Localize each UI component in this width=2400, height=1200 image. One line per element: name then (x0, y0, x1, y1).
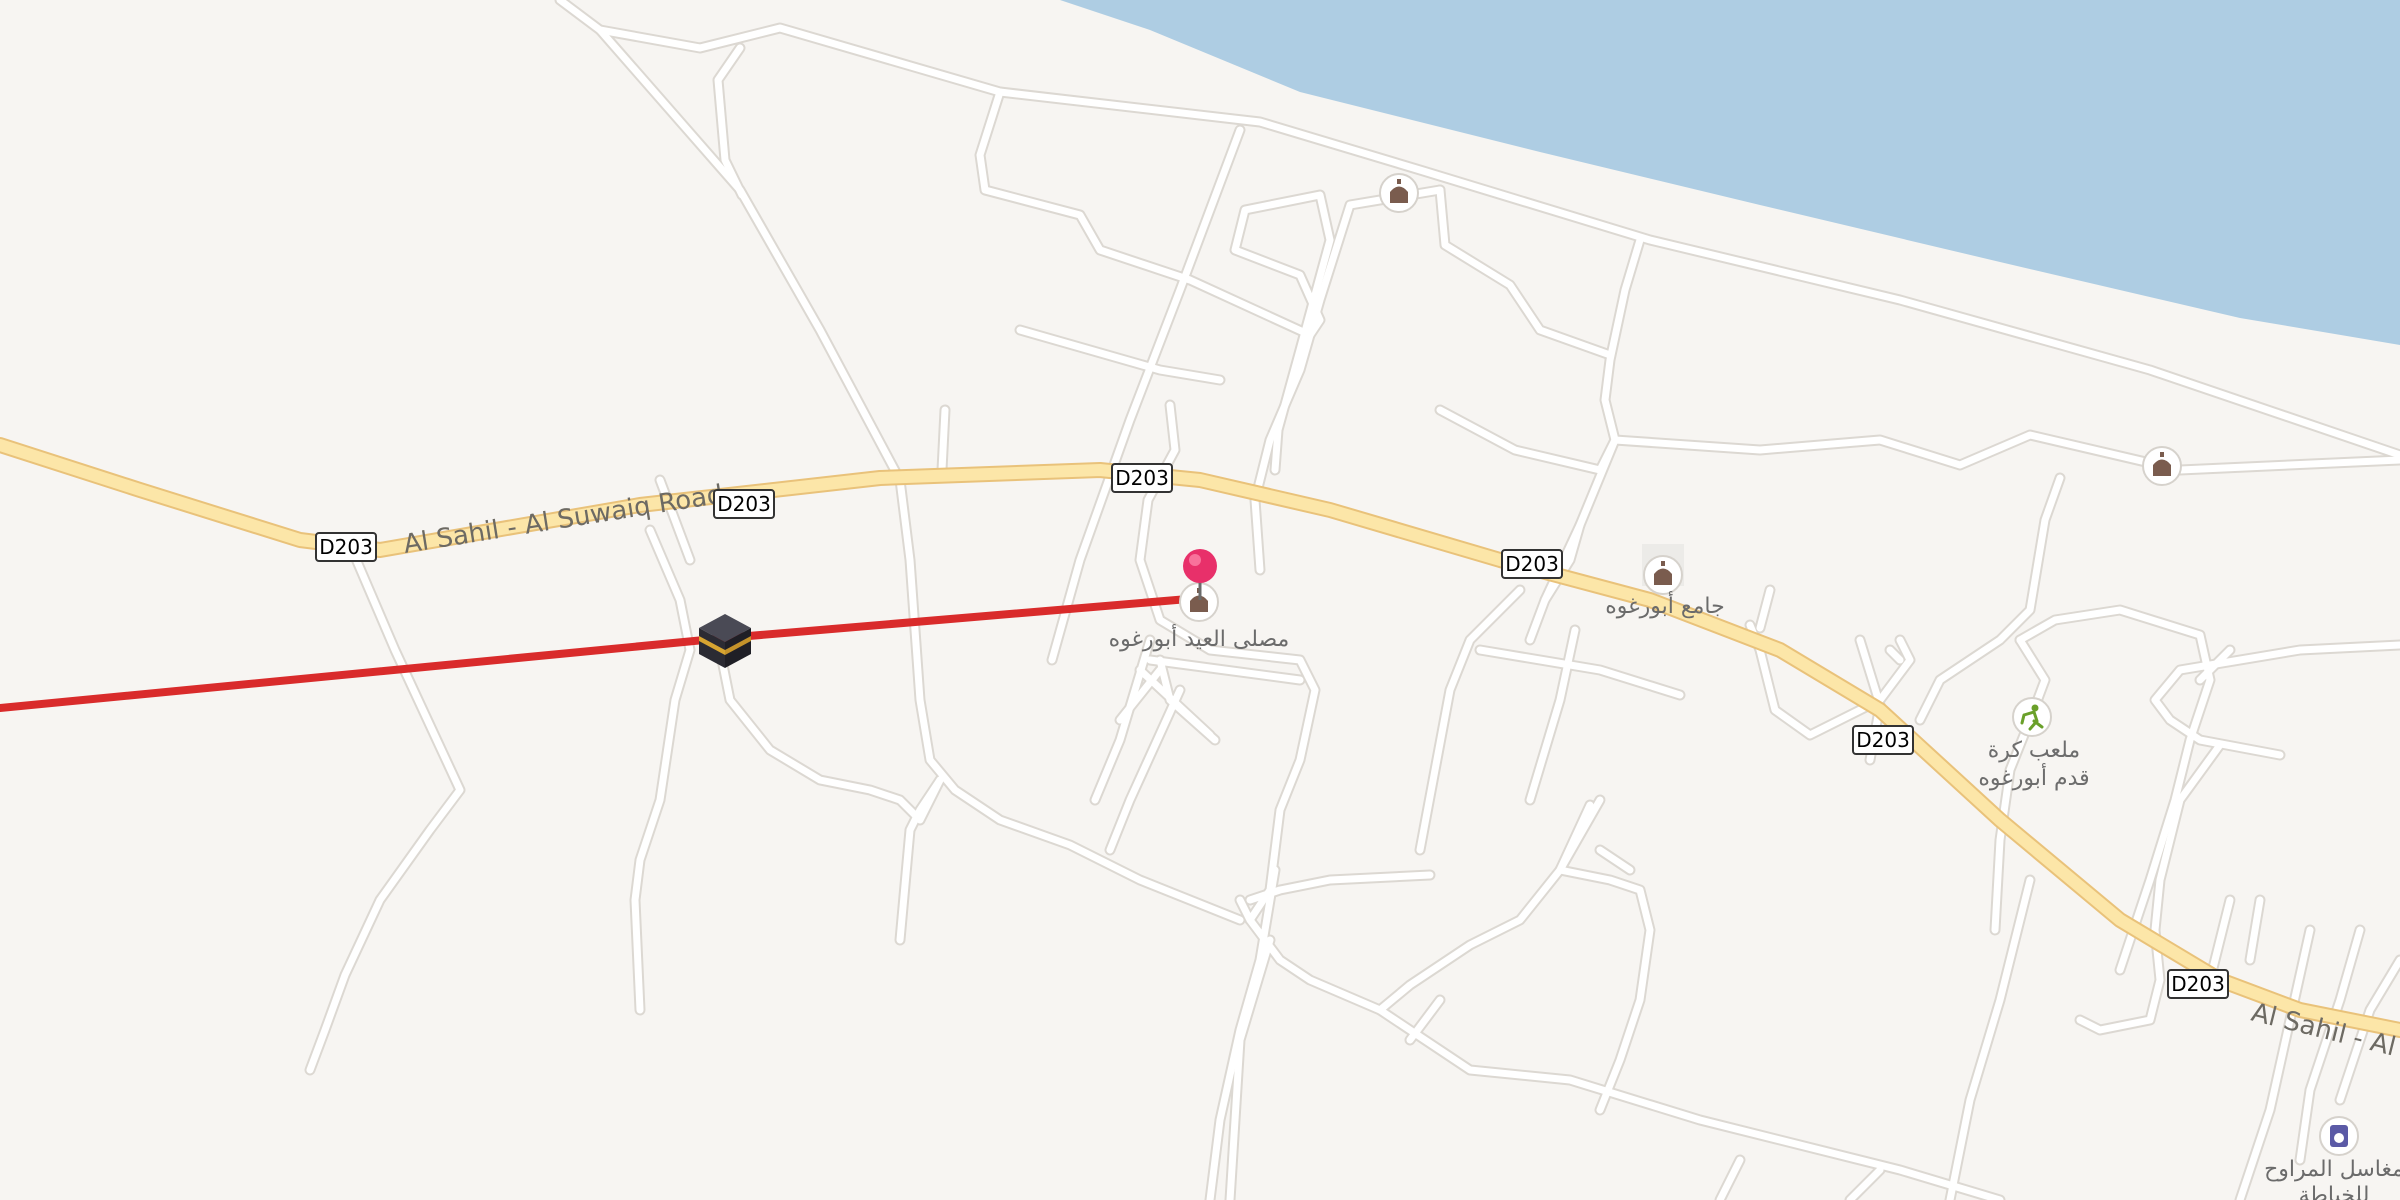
svg-text:D203: D203 (1505, 552, 1559, 576)
mosque-icon[interactable] (1379, 173, 1419, 213)
route-shield: D203 (713, 489, 775, 519)
poi-label-laundry-line1[interactable]: مغاسل المراوح (2264, 1157, 2400, 1182)
route-shield: D203 (2167, 969, 2229, 999)
map-canvas[interactable]: Al Sahil - Al Suwaiq Road Al Sahil - Al … (0, 0, 2400, 1200)
route-shield: D203 (1111, 463, 1173, 493)
svg-text:D203: D203 (2171, 972, 2225, 996)
route-shield: D203 (1501, 549, 1563, 579)
svg-text:D203: D203 (1115, 466, 1169, 490)
poi-label-mosque[interactable]: جامع أبورغوه (1605, 591, 1724, 619)
svg-text:D203: D203 (1856, 728, 1910, 752)
poi-label-football-pitch-line1[interactable]: ملعب كرة (1988, 738, 2080, 763)
poi-label-laundry-line2[interactable]: للخياطة (2299, 1183, 2370, 1200)
route-shield: D203 (315, 532, 377, 562)
mosque-icon[interactable] (2142, 446, 2182, 486)
svg-text:D203: D203 (717, 492, 771, 516)
mosque-icon[interactable] (1642, 544, 1684, 595)
laundry-icon[interactable] (2319, 1116, 2359, 1156)
football-pitch-icon[interactable] (2012, 697, 2052, 737)
route-shield: D203 (1852, 725, 1914, 755)
poi-label-eid-prayer-ground[interactable]: مصلى العيد أبورغوه (1109, 624, 1290, 652)
poi-label-football-pitch-line2[interactable]: قدم أبورغوه (1978, 763, 2089, 791)
svg-text:D203: D203 (319, 535, 373, 559)
